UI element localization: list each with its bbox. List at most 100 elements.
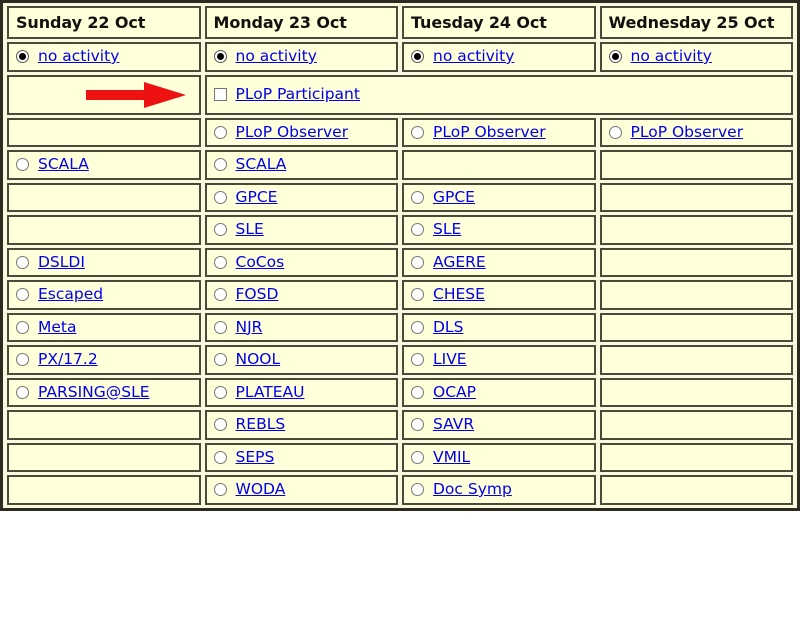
cell-tuesday-no-activity[interactable]: no activity — [402, 42, 596, 72]
radio-monday-no-activity[interactable] — [213, 50, 227, 64]
option-tuesday-activity[interactable]: Doc Symp — [411, 481, 587, 498]
option-monday-activity[interactable]: SCALA — [213, 156, 390, 173]
cell-monday-activity[interactable]: WODA — [204, 475, 398, 505]
option-monday-activity[interactable]: CoCos — [213, 254, 390, 271]
option-sunday-activity[interactable]: SCALA — [16, 156, 192, 173]
radio-sunday-activity[interactable] — [16, 385, 29, 399]
cell-sunday-activity[interactable]: SCALA — [7, 150, 201, 180]
label-tuesday-activity[interactable]: LIVE — [433, 351, 467, 368]
radio-sunday-activity[interactable] — [16, 353, 29, 367]
label-monday-activity[interactable]: GPCE — [236, 189, 278, 206]
label-tuesday-activity[interactable]: SAVR — [433, 416, 474, 433]
cell-tuesday-activity[interactable]: GPCE — [402, 182, 596, 212]
option-wednesday-no-activity[interactable]: no activity — [608, 48, 785, 65]
radio-tuesday-activity[interactable] — [411, 450, 424, 464]
radio-wednesday-no-activity[interactable] — [608, 50, 622, 64]
option-sunday-activity[interactable]: PARSING@SLE — [16, 384, 192, 401]
radio-monday-activity[interactable] — [213, 385, 227, 399]
cell-monday-activity[interactable]: NOOL — [204, 345, 398, 375]
label-monday-activity[interactable]: WODA — [236, 481, 286, 498]
option-monday-activity[interactable]: NOOL — [213, 351, 390, 368]
radio-monday-activity[interactable] — [213, 320, 227, 334]
radio-tuesday-activity[interactable] — [411, 288, 424, 302]
label-sunday-activity[interactable]: Meta — [38, 319, 77, 336]
option-monday-activity[interactable]: SEPS — [213, 449, 390, 466]
label-sunday-activity[interactable]: SCALA — [38, 156, 89, 173]
label-monday-activity[interactable]: SEPS — [236, 449, 275, 466]
option-tuesday-activity[interactable]: VMIL — [411, 449, 587, 466]
option-tuesday-no-activity[interactable]: no activity — [411, 48, 587, 65]
radio-tuesday-no-activity[interactable] — [411, 50, 424, 64]
cell-monday-activity[interactable]: NJR — [204, 312, 398, 342]
radio-monday-activity[interactable] — [213, 418, 227, 432]
cell-monday-activity[interactable]: SEPS — [204, 442, 398, 472]
option-tuesday-activity[interactable]: SAVR — [411, 416, 587, 433]
label-monday-activity[interactable]: SCALA — [236, 156, 287, 173]
label-monday-no-activity[interactable]: no activity — [236, 48, 317, 65]
radio-monday-activity[interactable] — [213, 255, 227, 269]
option-tuesday-plop-observer[interactable]: PLoP Observer — [411, 124, 587, 141]
radio-sunday-activity[interactable] — [16, 158, 29, 172]
cell-monday-no-activity[interactable]: no activity — [204, 42, 398, 72]
label-monday-activity[interactable]: CoCos — [236, 254, 285, 271]
radio-monday-activity[interactable] — [213, 158, 227, 172]
label-tuesday-activity[interactable]: Doc Symp — [433, 481, 512, 498]
cell-tuesday-activity[interactable]: AGERE — [402, 247, 596, 277]
label-monday-activity[interactable]: REBLS — [236, 416, 286, 433]
option-monday-activity[interactable]: SLE — [213, 221, 390, 238]
radio-monday-activity[interactable] — [213, 288, 227, 302]
label-tuesday-no-activity[interactable]: no activity — [433, 48, 514, 65]
cell-monday-activity[interactable]: FOSD — [204, 280, 398, 310]
radio-wednesday-plop-observer[interactable] — [608, 125, 622, 139]
cell-tuesday-activity[interactable]: Doc Symp — [402, 475, 596, 505]
cell-sunday-activity[interactable]: Meta — [7, 312, 201, 342]
label-tuesday-plop-observer[interactable]: PLoP Observer — [433, 124, 546, 141]
label-monday-plop-observer[interactable]: PLoP Observer — [236, 124, 349, 141]
label-sunday-activity[interactable]: Escaped — [38, 286, 103, 303]
label-monday-activity[interactable]: SLE — [236, 221, 264, 238]
cell-monday-activity[interactable]: REBLS — [204, 410, 398, 440]
cell-sunday-activity[interactable]: PX/17.2 — [7, 345, 201, 375]
cell-monday-activity[interactable]: PLATEAU — [204, 377, 398, 407]
cell-sunday-activity[interactable]: Escaped — [7, 280, 201, 310]
option-sunday-activity[interactable]: Escaped — [16, 286, 192, 303]
cell-wednesday-plop-observer[interactable]: PLoP Observer — [599, 117, 793, 147]
label-plop-participant[interactable]: PLoP Participant — [236, 86, 360, 103]
cell-tuesday-activity[interactable]: SAVR — [402, 410, 596, 440]
option-sunday-activity[interactable]: DSLDI — [16, 254, 192, 271]
radio-monday-activity[interactable] — [213, 450, 227, 464]
cell-sunday-no-activity[interactable]: no activity — [7, 42, 201, 72]
label-tuesday-activity[interactable]: VMIL — [433, 449, 470, 466]
cell-tuesday-activity[interactable]: SLE — [402, 215, 596, 245]
cell-monday-plop-observer[interactable]: PLoP Observer — [204, 117, 398, 147]
label-sunday-activity[interactable]: PARSING@SLE — [38, 384, 150, 401]
option-tuesday-activity[interactable]: DLS — [411, 319, 587, 336]
radio-monday-plop-observer[interactable] — [213, 125, 227, 139]
cell-tuesday-activity[interactable]: CHESE — [402, 280, 596, 310]
label-wednesday-no-activity[interactable]: no activity — [631, 48, 712, 65]
cell-tuesday-activity[interactable]: DLS — [402, 312, 596, 342]
option-tuesday-activity[interactable]: CHESE — [411, 286, 587, 303]
option-sunday-activity[interactable]: Meta — [16, 319, 192, 336]
radio-tuesday-activity[interactable] — [411, 190, 424, 204]
radio-tuesday-plop-observer[interactable] — [411, 125, 424, 139]
cell-sunday-activity[interactable]: DSLDI — [7, 247, 201, 277]
cell-monday-activity[interactable]: GPCE — [204, 182, 398, 212]
option-monday-activity[interactable]: REBLS — [213, 416, 390, 433]
cell-tuesday-plop-observer[interactable]: PLoP Observer — [402, 117, 596, 147]
cell-tuesday-activity[interactable]: VMIL — [402, 442, 596, 472]
label-monday-activity[interactable]: PLATEAU — [236, 384, 305, 401]
cell-sunday-activity[interactable]: PARSING@SLE — [7, 377, 201, 407]
radio-monday-activity[interactable] — [213, 223, 227, 237]
radio-monday-activity[interactable] — [213, 353, 227, 367]
label-monday-activity[interactable]: NOOL — [236, 351, 281, 368]
checkbox-plop-participant[interactable] — [213, 88, 227, 101]
option-monday-no-activity[interactable]: no activity — [213, 48, 390, 65]
radio-tuesday-activity[interactable] — [411, 483, 424, 497]
radio-tuesday-activity[interactable] — [411, 255, 424, 269]
option-tuesday-activity[interactable]: AGERE — [411, 254, 587, 271]
cell-monday-activity[interactable]: SLE — [204, 215, 398, 245]
label-tuesday-activity[interactable]: GPCE — [433, 189, 475, 206]
radio-monday-activity[interactable] — [213, 483, 227, 497]
radio-monday-activity[interactable] — [213, 190, 227, 204]
